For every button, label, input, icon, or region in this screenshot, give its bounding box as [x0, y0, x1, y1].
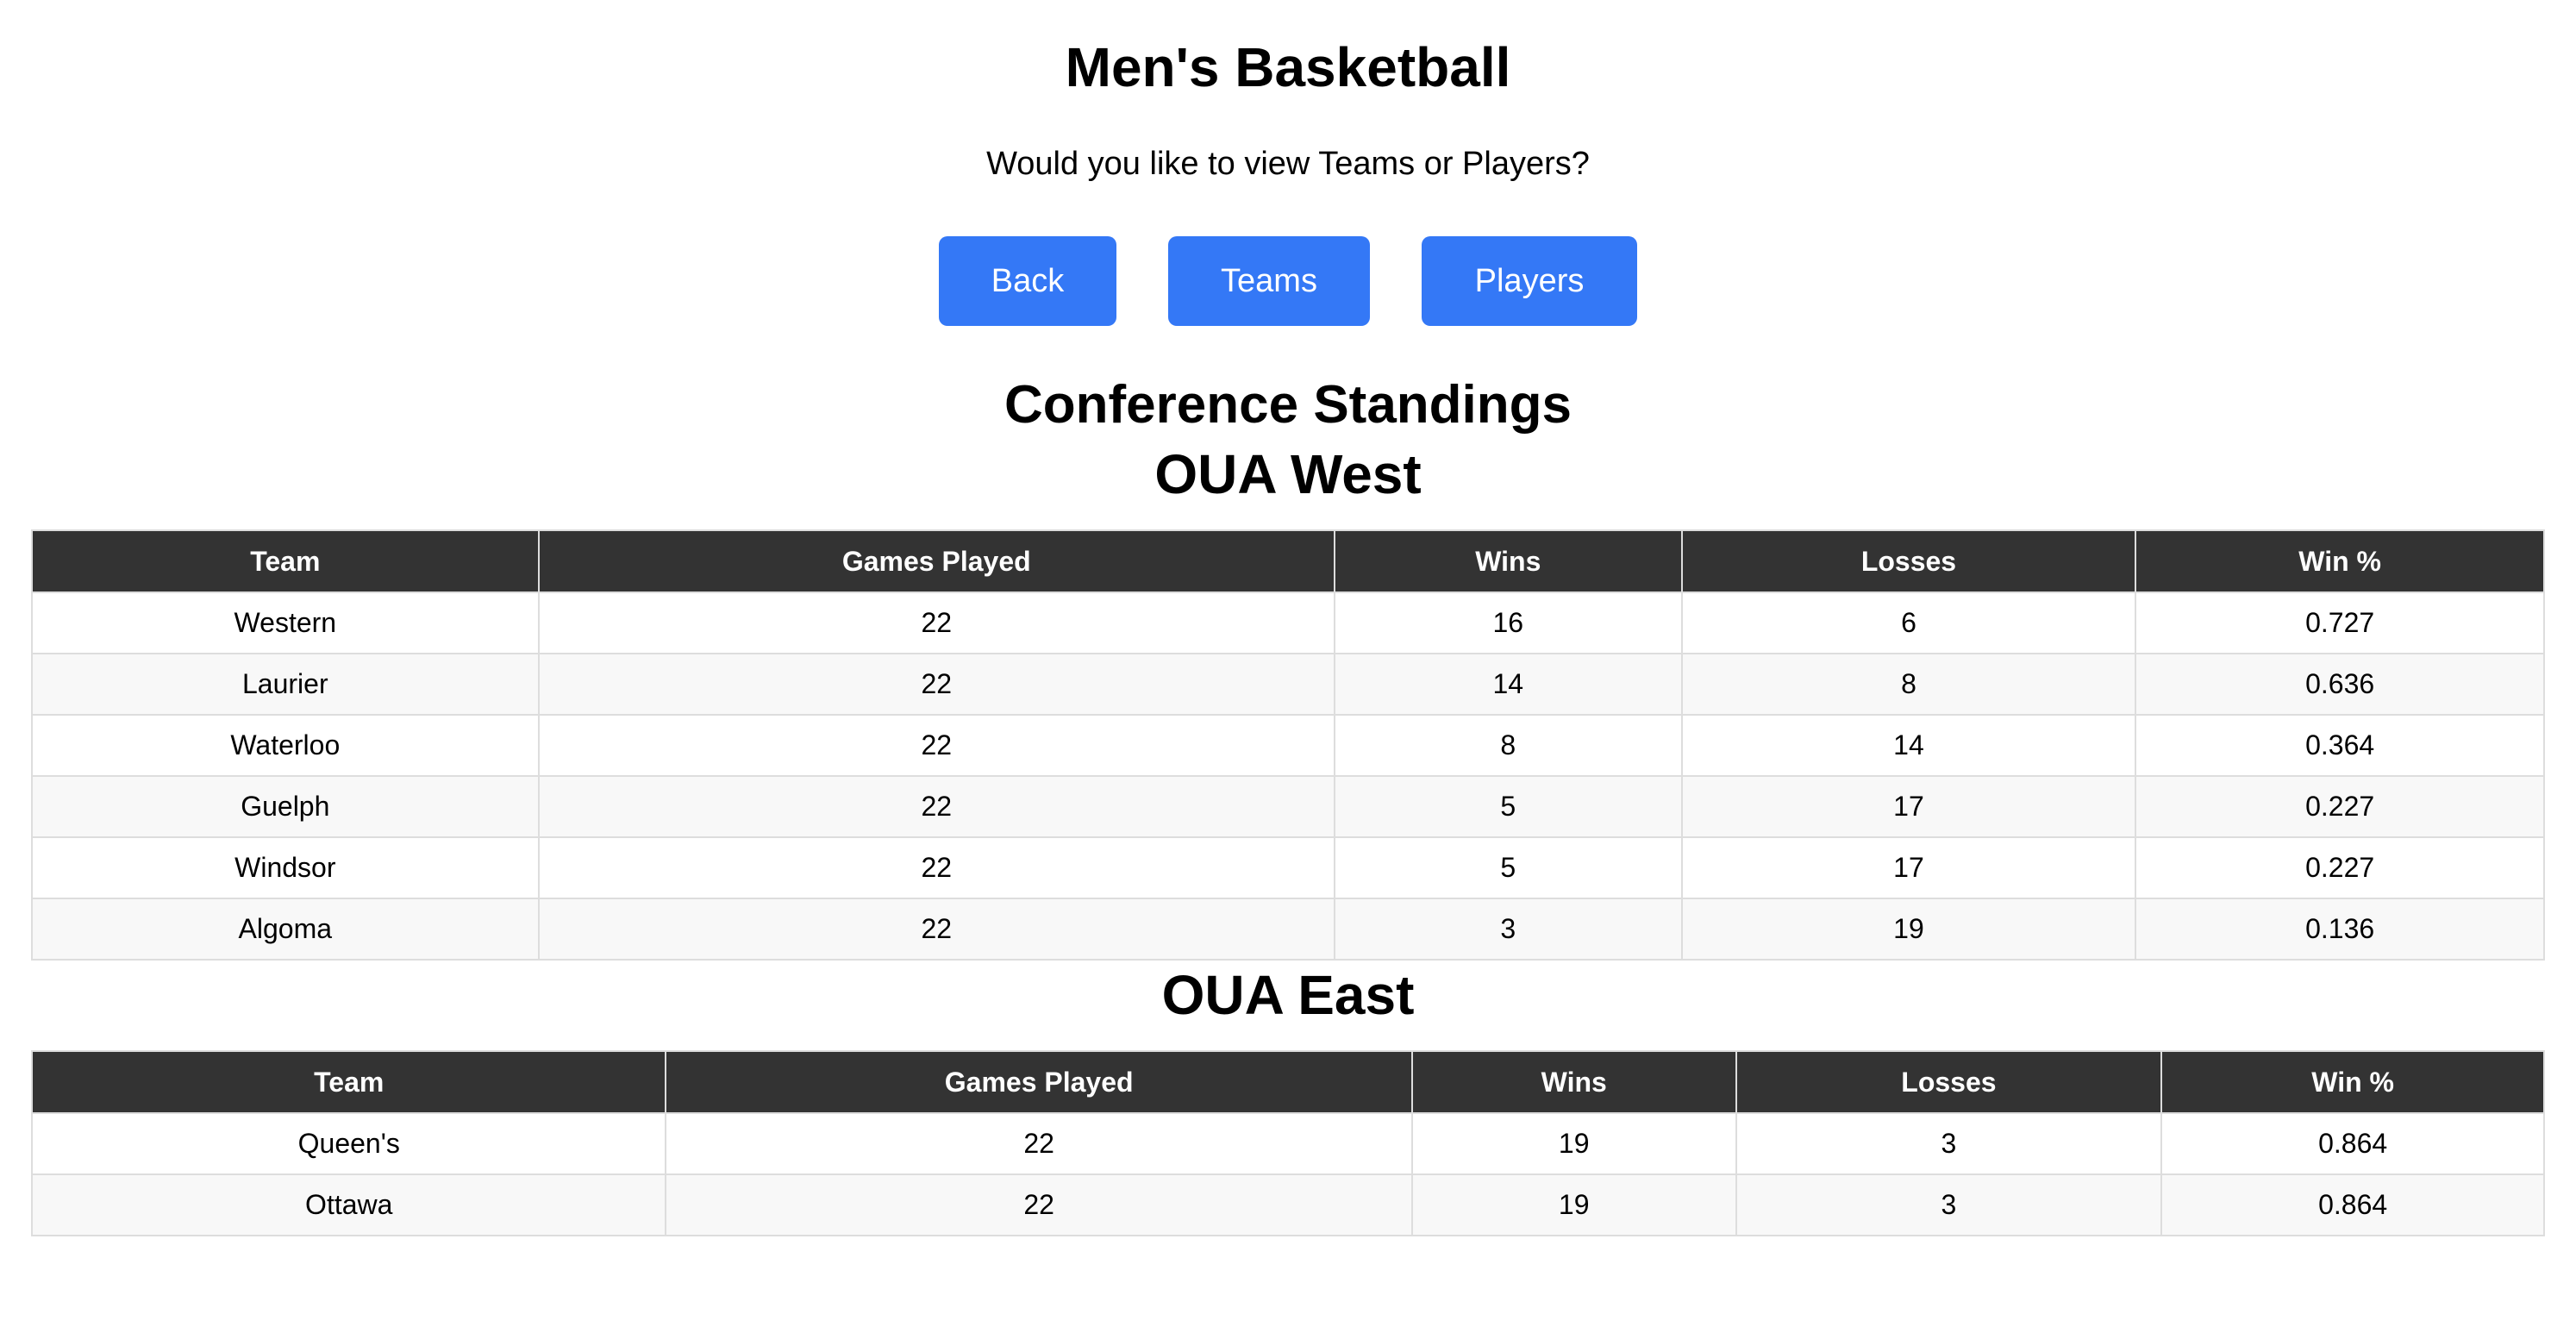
- page: Men's Basketball Would you like to view …: [0, 0, 2576, 1333]
- table-row: Ottawa 22 19 3 0.864: [30, 1173, 2545, 1236]
- page-title: Men's Basketball: [1065, 36, 1511, 98]
- win-pct-cell: 0.864: [2160, 1173, 2545, 1236]
- conference-standings-title: Conference Standings: [1004, 375, 1572, 435]
- losses-cell: 6: [1680, 591, 2137, 654]
- table-row: Guelph 22 5 17 0.227: [31, 775, 2545, 838]
- wins-cell: 3: [1333, 898, 1683, 961]
- column-header-team: Team: [31, 529, 540, 593]
- team-cell: Waterloo: [31, 714, 540, 777]
- oua-east-title: OUA East: [1161, 964, 1415, 1026]
- win-pct-cell: 0.227: [2135, 836, 2545, 899]
- games-played-cell: 22: [537, 836, 1335, 899]
- table-header-row: Team Games Played Wins Losses Win %: [30, 1050, 2545, 1114]
- view-prompt: Would you like to view Teams or Players?: [986, 146, 1590, 182]
- table-header-row: Team Games Played Wins Losses Win %: [31, 529, 2545, 593]
- column-header-team: Team: [30, 1050, 667, 1114]
- column-header-losses: Losses: [1735, 1050, 2163, 1114]
- wins-cell: 14: [1333, 653, 1683, 716]
- win-pct-cell: 0.364: [2135, 714, 2545, 777]
- team-cell: Windsor: [31, 836, 540, 899]
- header: Men's Basketball Would you like to view …: [0, 0, 2576, 509]
- team-cell: Ottawa: [30, 1173, 667, 1236]
- players-button[interactable]: Players: [1422, 236, 1637, 326]
- games-played-cell: 22: [665, 1173, 1413, 1236]
- oua-west-title: OUA West: [1154, 443, 1422, 505]
- losses-cell: 14: [1680, 714, 2137, 777]
- wins-cell: 16: [1333, 591, 1683, 654]
- table-row: Windsor 22 5 17 0.227: [31, 836, 2545, 899]
- wins-cell: 5: [1333, 775, 1683, 838]
- win-pct-cell: 0.136: [2135, 898, 2545, 961]
- team-cell: Algoma: [31, 898, 540, 961]
- oua-east-table: Team Games Played Wins Losses Win % Quee…: [30, 1050, 2545, 1236]
- win-pct-cell: 0.727: [2135, 591, 2545, 654]
- team-cell: Western: [31, 591, 540, 654]
- wins-cell: 8: [1333, 714, 1683, 777]
- losses-cell: 17: [1680, 836, 2137, 899]
- games-played-cell: 22: [537, 775, 1335, 838]
- oua-west-table-wrap: Team Games Played Wins Losses Win % West…: [0, 529, 2576, 961]
- table-row: Western 22 16 6 0.727: [31, 591, 2545, 654]
- games-played-cell: 22: [537, 898, 1335, 961]
- losses-cell: 3: [1735, 1173, 2163, 1236]
- wins-cell: 19: [1410, 1112, 1737, 1175]
- win-pct-cell: 0.636: [2135, 653, 2545, 716]
- table-row: Queen's 22 19 3 0.864: [30, 1112, 2545, 1175]
- back-button[interactable]: Back: [939, 236, 1116, 326]
- games-played-cell: 22: [537, 714, 1335, 777]
- column-header-win-pct: Win %: [2160, 1050, 2545, 1114]
- team-cell: Guelph: [31, 775, 540, 838]
- wins-cell: 19: [1410, 1173, 1737, 1236]
- losses-cell: 17: [1680, 775, 2137, 838]
- column-header-wins: Wins: [1333, 529, 1683, 593]
- column-header-losses: Losses: [1680, 529, 2137, 593]
- team-cell: Queen's: [30, 1112, 667, 1175]
- losses-cell: 8: [1680, 653, 2137, 716]
- games-played-cell: 22: [665, 1112, 1413, 1175]
- button-row: Back Teams Players: [0, 236, 2576, 326]
- team-cell: Laurier: [31, 653, 540, 716]
- table-row: Algoma 22 3 19 0.136: [31, 898, 2545, 961]
- wins-cell: 5: [1333, 836, 1683, 899]
- column-header-games-played: Games Played: [537, 529, 1335, 593]
- win-pct-cell: 0.227: [2135, 775, 2545, 838]
- teams-button[interactable]: Teams: [1168, 236, 1370, 326]
- column-header-games-played: Games Played: [665, 1050, 1413, 1114]
- table-row: Waterloo 22 8 14 0.364: [31, 714, 2545, 777]
- losses-cell: 19: [1680, 898, 2137, 961]
- column-header-wins: Wins: [1410, 1050, 1737, 1114]
- oua-east-table-wrap: Team Games Played Wins Losses Win % Quee…: [0, 1050, 2576, 1236]
- games-played-cell: 22: [537, 653, 1335, 716]
- oua-west-table: Team Games Played Wins Losses Win % West…: [31, 529, 2545, 961]
- losses-cell: 3: [1735, 1112, 2163, 1175]
- win-pct-cell: 0.864: [2160, 1112, 2545, 1175]
- oua-east-heading: OUA East: [0, 961, 2576, 1029]
- table-row: Laurier 22 14 8 0.636: [31, 653, 2545, 716]
- games-played-cell: 22: [537, 591, 1335, 654]
- column-header-win-pct: Win %: [2135, 529, 2545, 593]
